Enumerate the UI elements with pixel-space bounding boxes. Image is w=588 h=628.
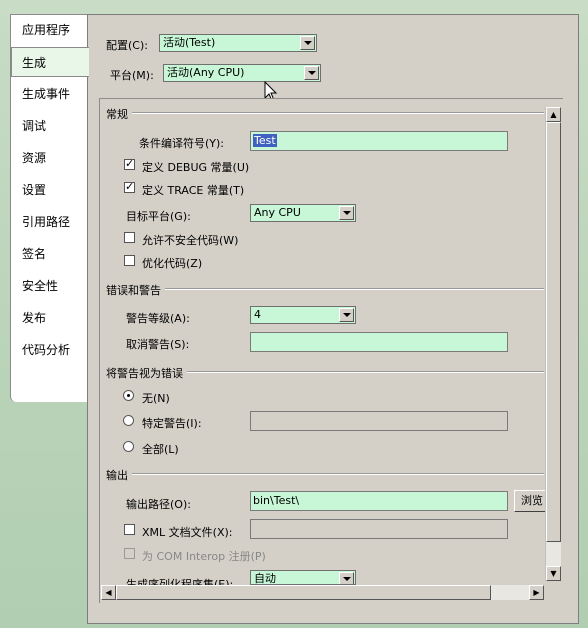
optimize-label: 优化代码(Z): [142, 257, 203, 270]
treat-none-label: 无(N): [142, 392, 170, 405]
platform-label: 平台(M):: [110, 69, 154, 82]
optimize-checkbox[interactable]: [124, 255, 135, 266]
tab-publish[interactable]: 发布: [12, 303, 84, 333]
define-trace-checkbox[interactable]: [124, 180, 135, 193]
conditional-symbols-label: 条件编译符号(Y):: [139, 137, 225, 150]
xml-doc-input[interactable]: [250, 519, 508, 539]
treat-specific-radio[interactable]: [123, 415, 134, 426]
tab-debug[interactable]: 调试: [12, 111, 84, 141]
treat-all-radio[interactable]: [123, 441, 134, 452]
tab-strip-tail: [10, 360, 91, 402]
xml-doc-checkbox[interactable]: [124, 524, 135, 535]
warning-level-value: 4: [254, 308, 261, 321]
config-dropdown[interactable]: 活动(Test): [159, 34, 317, 52]
section-treat-warnings: 将警告视为错误: [106, 365, 187, 381]
general-separator: [106, 112, 544, 114]
suppress-warnings-input[interactable]: [250, 332, 508, 352]
scroll-right-icon[interactable]: ▶: [529, 585, 544, 600]
serialization-label: 生成序列化程序集(E):: [126, 578, 234, 585]
scroll-left-icon[interactable]: ◀: [101, 585, 116, 600]
treat-all-label: 全部(L): [142, 443, 179, 456]
output-path-label: 输出路径(O):: [126, 498, 191, 511]
chevron-down-icon[interactable]: [300, 36, 315, 50]
output-separator: [106, 473, 544, 475]
vertical-scrollbar[interactable]: ▲ ▼: [545, 107, 561, 581]
chevron-down-icon[interactable]: [304, 66, 319, 80]
tab-settings[interactable]: 设置: [12, 175, 84, 205]
target-platform-value: Any CPU: [254, 206, 301, 219]
target-platform-dropdown[interactable]: Any CPU: [250, 204, 356, 222]
chevron-down-icon[interactable]: [339, 308, 354, 322]
allow-unsafe-checkbox[interactable]: [124, 232, 135, 243]
suppress-warnings-label: 取消警告(S):: [126, 338, 190, 351]
chevron-down-icon[interactable]: [339, 206, 354, 220]
tab-code-analysis[interactable]: 代码分析: [12, 335, 84, 365]
section-errors-warnings: 错误和警告: [106, 282, 165, 298]
serialization-value: 自动: [254, 572, 276, 585]
com-interop-label: 为 COM Interop 注册(P): [142, 550, 266, 563]
tab-build[interactable]: 生成: [11, 47, 89, 77]
tab-application[interactable]: 应用程序: [12, 15, 84, 45]
scroll-up-icon[interactable]: ▲: [546, 107, 561, 122]
horizontal-scrollbar[interactable]: ◀ ▶: [101, 585, 544, 600]
tab-resources[interactable]: 资源: [12, 143, 84, 173]
platform-value: 活动(Any CPU): [167, 66, 245, 79]
output-path-input[interactable]: bin\Test\: [250, 491, 508, 511]
allow-unsafe-label: 允许不安全代码(W): [142, 234, 239, 247]
browse-button[interactable]: 浏览: [514, 490, 546, 512]
tab-signing[interactable]: 签名: [12, 239, 84, 269]
serialization-dropdown[interactable]: 自动: [250, 570, 356, 585]
warning-level-dropdown[interactable]: 4: [250, 306, 356, 324]
treat-specific-label: 特定警告(I):: [142, 417, 202, 430]
warning-level-label: 警告等级(A):: [126, 312, 190, 325]
conditional-symbols-value: Test: [253, 134, 277, 147]
section-output: 输出: [106, 467, 132, 483]
tab-build-events[interactable]: 生成事件: [12, 79, 84, 109]
config-value: 活动(Test): [163, 36, 216, 49]
target-platform-label: 目标平台(G):: [126, 210, 191, 223]
com-interop-checkbox[interactable]: [124, 548, 135, 559]
vertical-scroll-thumb[interactable]: [546, 122, 561, 542]
tab-reference-paths[interactable]: 引用路径: [12, 207, 84, 237]
horizontal-scroll-thumb[interactable]: [116, 585, 491, 600]
section-general: 常规: [106, 106, 132, 122]
define-trace-label: 定义 TRACE 常量(T): [142, 184, 245, 197]
xml-doc-label: XML 文档文件(X):: [142, 526, 233, 539]
define-debug-label: 定义 DEBUG 常量(U): [142, 161, 250, 174]
define-debug-checkbox[interactable]: [124, 157, 135, 170]
platform-dropdown[interactable]: 活动(Any CPU): [163, 64, 321, 82]
scroll-down-icon[interactable]: ▼: [546, 566, 561, 581]
treat-none-radio[interactable]: [123, 390, 134, 401]
config-label: 配置(C):: [106, 39, 148, 52]
chevron-down-icon[interactable]: [339, 572, 354, 584]
conditional-symbols-input[interactable]: Test: [250, 131, 508, 151]
tab-security[interactable]: 安全性: [12, 271, 84, 301]
errors-separator: [106, 288, 544, 290]
specific-warnings-input[interactable]: [250, 411, 508, 431]
